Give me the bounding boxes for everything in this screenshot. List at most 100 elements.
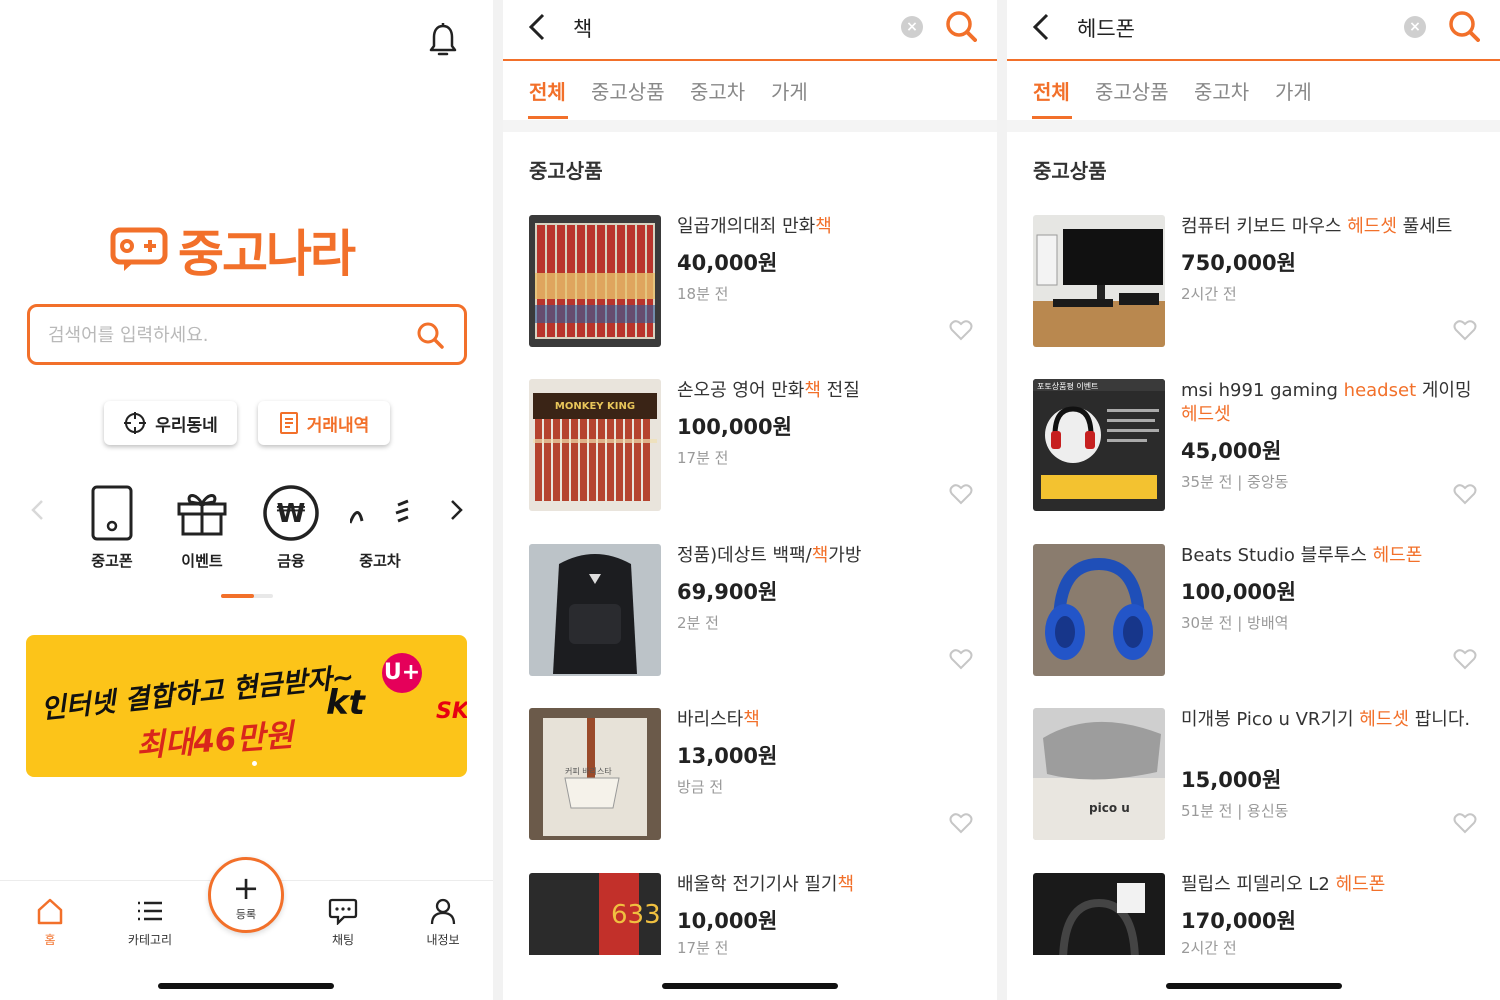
active-tab-indicator [528, 116, 568, 119]
home-search-box[interactable] [27, 304, 467, 365]
product-thumbnail [1033, 215, 1165, 347]
plus-icon: + [232, 869, 260, 907]
tab-all[interactable]: 전체 [1033, 76, 1070, 105]
heart-icon[interactable] [949, 319, 973, 345]
item-price: 15,000원 [1181, 768, 1282, 792]
tab-used-items[interactable]: 중고상품 [591, 76, 665, 105]
svg-text:포토상품평 이벤트: 포토상품평 이벤트 [1037, 381, 1098, 391]
list-item[interactable]: 필립스 피델리오 L2 헤드폰 170,000원 2시간 전 [1033, 873, 1483, 955]
item-price: 40,000원 [677, 251, 778, 275]
won-coin-icon: ₩ [256, 482, 326, 544]
home-screen: 중고나라 우리동네 거래내역 중고폰 이벤트 ₩ 금융 중고차 인터넷 결합하고… [0, 0, 493, 1000]
tab-label: 홈 [44, 933, 56, 947]
clear-icon[interactable]: × [1404, 16, 1426, 38]
search-query[interactable]: 헤드폰 [1077, 13, 1135, 43]
category-used-phone[interactable]: 중고폰 [77, 482, 147, 571]
item-title: 배울학 전기기사 필기책 [677, 874, 855, 895]
item-price: 100,000원 [677, 415, 792, 439]
list-item[interactable]: MONKEY KING 손오공 영어 만화책 전질 100,000원 17분 전 [529, 379, 979, 513]
item-price: 750,000원 [1181, 251, 1296, 275]
gift-icon [167, 482, 237, 544]
search-icon[interactable] [945, 10, 977, 46]
tab-used-items[interactable]: 중고상품 [1095, 76, 1169, 105]
clear-icon[interactable]: × [901, 16, 923, 38]
svg-text:pico u: pico u [1089, 801, 1130, 815]
chevron-left-icon[interactable] [28, 498, 48, 526]
item-meta: 2시간 전 [1181, 285, 1237, 303]
category-label: 이벤트 [181, 552, 223, 570]
product-thumbnail [1033, 873, 1165, 955]
receipt-icon [279, 412, 298, 434]
register-button[interactable]: + 등록 [208, 857, 284, 933]
home-indicator [662, 983, 838, 989]
item-title: 손오공 영어 만화책 전질 [677, 380, 860, 401]
back-arrow-icon[interactable] [1029, 12, 1053, 46]
category-finance[interactable]: ₩ 금융 [256, 482, 326, 571]
app-logo: 중고나라 [110, 214, 356, 286]
tab-label: 카테고리 [127, 933, 173, 947]
search-input[interactable] [48, 321, 398, 349]
tab-used-cars[interactable]: 중고차 [1194, 76, 1249, 105]
item-price: 45,000원 [1181, 439, 1282, 463]
item-title: 바리스타책 [677, 709, 760, 730]
heart-icon[interactable] [949, 812, 973, 838]
item-meta: 18분 전 [677, 285, 729, 303]
list-item[interactable]: 커피 바리스타 바리스타책 13,000원 방금 전 [529, 708, 979, 842]
search-top-bar: 책 × [503, 0, 997, 61]
list-item[interactable]: 일곱개의대죄 만화책 40,000원 18분 전 [529, 215, 979, 349]
category-used-car[interactable]: 중고차 [345, 482, 415, 571]
tab-stores[interactable]: 가게 [1275, 76, 1312, 105]
item-price: 69,900원 [677, 580, 778, 604]
list-item[interactable]: Beats Studio 블루투스 헤드폰 100,000원 30분 전 | 방… [1033, 544, 1483, 678]
item-meta: 2분 전 [677, 614, 719, 632]
bell-icon[interactable] [428, 22, 458, 58]
heart-icon[interactable] [1453, 648, 1477, 674]
heart-icon[interactable] [949, 648, 973, 674]
chat-bubble-icon [303, 897, 383, 927]
promo-banner[interactable]: 인터넷 결합하고 현금받자~ 최대46만원 kt U+ SK [26, 635, 467, 777]
user-icon [403, 897, 483, 927]
item-meta: 방금 전 [677, 778, 724, 796]
list-item[interactable]: 포토상품평 이벤트 msi h991 gaming headset 게이밍헤드셋… [1033, 379, 1483, 513]
crosshair-icon [124, 412, 147, 434]
back-arrow-icon[interactable] [525, 12, 549, 46]
result-tabs: 전체 중고상품 중고차 가게 [503, 62, 997, 120]
tab-my-info[interactable]: 내정보 [403, 897, 483, 948]
item-meta: 2시간 전 [1181, 939, 1237, 955]
list-item[interactable]: pico u 미개봉 Pico u VR기기 헤드셋 팝니다. 15,000원 … [1033, 708, 1483, 842]
search-icon[interactable] [1448, 10, 1480, 46]
category-event[interactable]: 이벤트 [167, 482, 237, 571]
search-query[interactable]: 책 [573, 13, 592, 43]
product-thumbnail [529, 544, 661, 676]
tab-category[interactable]: 카테고리 [110, 897, 190, 948]
svg-text:MONKEY KING: MONKEY KING [555, 401, 635, 412]
heart-icon[interactable] [1453, 319, 1477, 345]
section-title: 중고상품 [529, 159, 603, 183]
section-divider [503, 120, 997, 132]
svg-text:633: 633 [611, 900, 661, 930]
chevron-right-icon[interactable] [446, 498, 466, 526]
section-title: 중고상품 [1033, 159, 1107, 183]
list-item[interactable]: 컴퓨터 키보드 마우스 헤드셋 풀세트 750,000원 2시간 전 [1033, 215, 1483, 349]
list-item[interactable]: 633 배울학 전기기사 필기책 10,000원 17분 전 [529, 873, 979, 955]
list-item[interactable]: 정품)데상트 백팩/책가방 69,900원 2분 전 [529, 544, 979, 678]
section-divider [1007, 120, 1500, 132]
deal-history-button[interactable]: 거래내역 [258, 401, 390, 445]
search-icon[interactable] [416, 321, 444, 353]
heart-icon[interactable] [1453, 812, 1477, 838]
heart-icon[interactable] [1453, 483, 1477, 509]
item-meta: 51분 전 | 용신동 [1181, 802, 1289, 820]
item-title: 미개봉 Pico u VR기기 헤드셋 팝니다. [1181, 709, 1471, 730]
tab-used-cars[interactable]: 중고차 [690, 76, 745, 105]
tab-all[interactable]: 전체 [529, 76, 566, 105]
my-town-button[interactable]: 우리동네 [104, 401, 237, 445]
heart-icon[interactable] [949, 483, 973, 509]
product-thumbnail [1033, 544, 1165, 676]
car-icon [345, 482, 415, 544]
tab-home[interactable]: 홈 [10, 897, 90, 948]
tab-label: 내정보 [426, 933, 460, 947]
banner-page-indicator [252, 761, 257, 766]
tab-stores[interactable]: 가게 [771, 76, 808, 105]
item-price: 170,000원 [1181, 909, 1296, 933]
tab-chat[interactable]: 채팅 [303, 897, 383, 948]
